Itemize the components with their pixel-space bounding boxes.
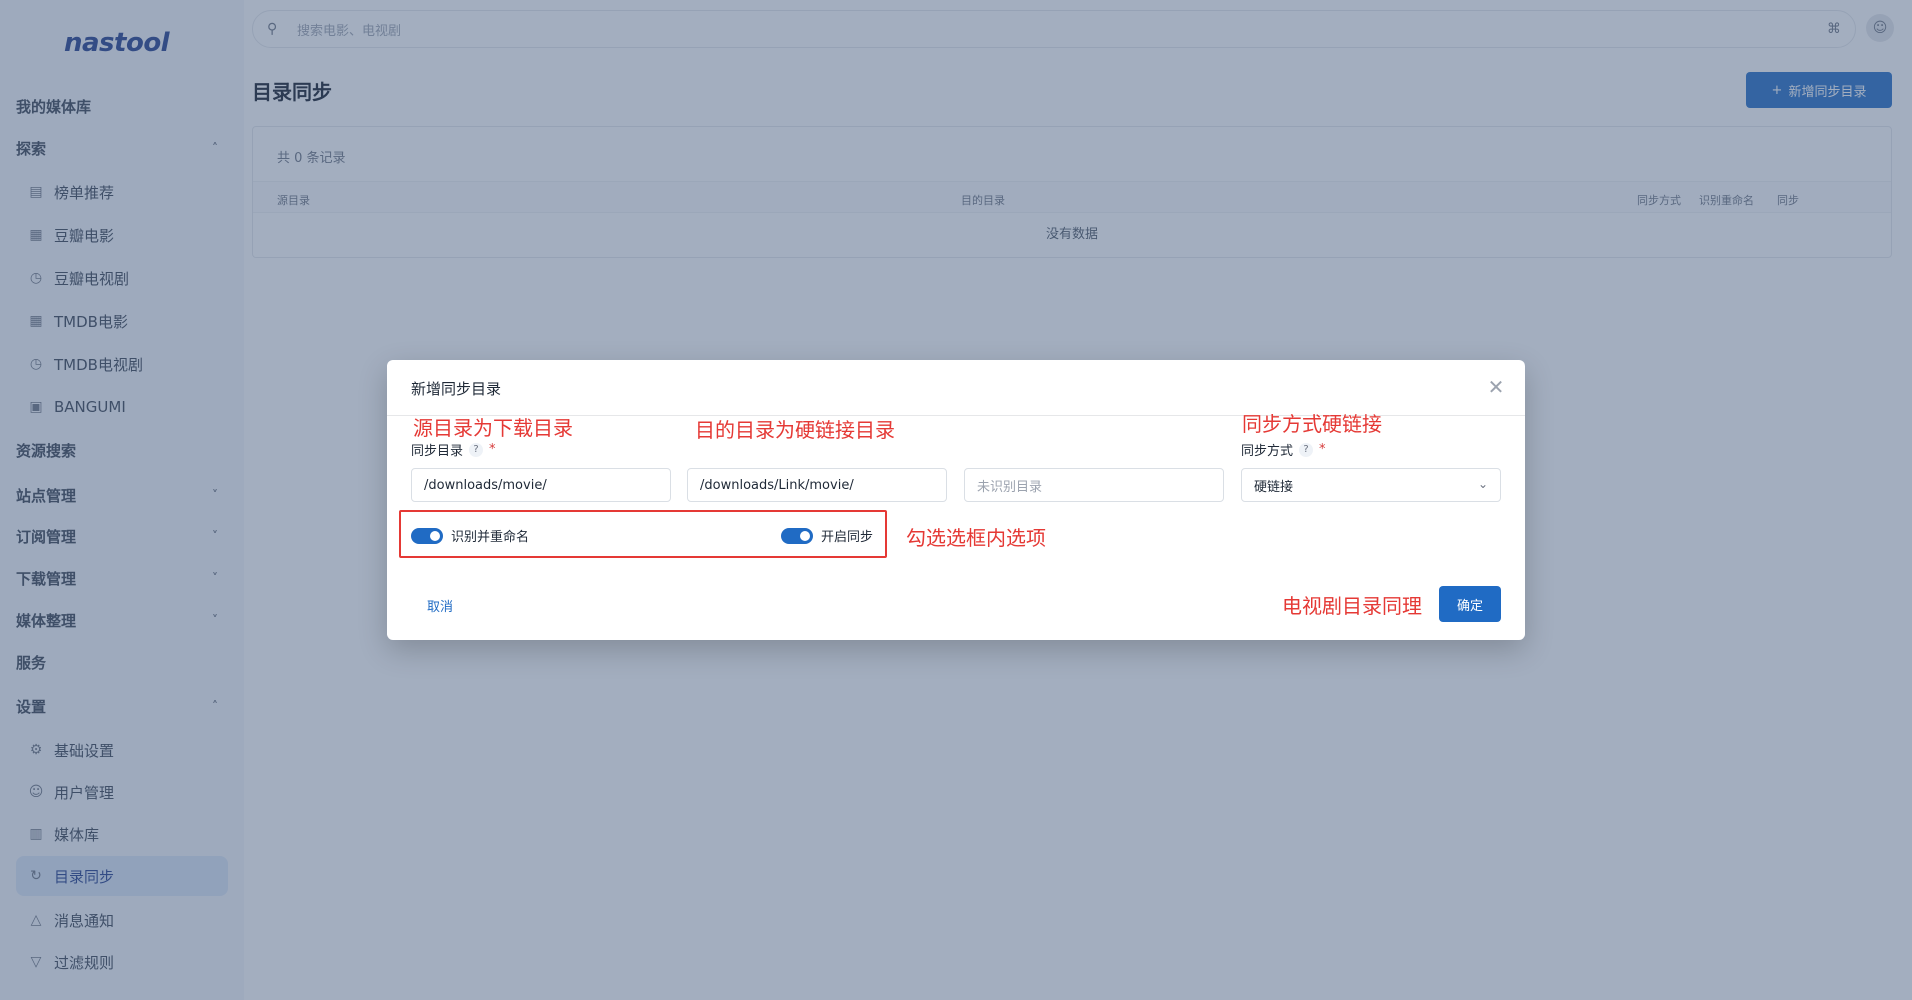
sync-toggle[interactable]: 开启同步 — [781, 526, 873, 545]
sync-switch[interactable] — [781, 527, 813, 544]
modal-title: 新增同步目录 — [411, 380, 502, 398]
sync-mode-value: 硬链接 — [1254, 479, 1294, 495]
rename-toggle-label: 识别并重命名 — [451, 530, 530, 545]
sync-mode-label: 同步方式 ? * — [1241, 440, 1326, 459]
annotation-tv: 电视剧目录同理 — [1282, 594, 1422, 618]
confirm-button[interactable]: 确定 — [1439, 586, 1501, 622]
source-dir-input[interactable]: /downloads/movie/ — [411, 468, 671, 502]
rename-toggle[interactable]: 识别并重命名 — [411, 526, 529, 545]
sync-mode-select[interactable]: 硬链接 ⌄ — [1241, 468, 1501, 502]
chevron-down-icon: ⌄ — [1477, 477, 1488, 491]
unknown-dir-input[interactable]: 未识别目录 — [964, 468, 1224, 502]
required-mark: * — [1319, 442, 1326, 457]
help-icon[interactable]: ? — [469, 442, 484, 457]
sync-mode-label-text: 同步方式 — [1241, 444, 1294, 459]
sync-dir-label-text: 同步目录 — [411, 444, 464, 459]
required-mark: * — [489, 442, 496, 457]
sync-dir-label: 同步目录 ? * — [411, 440, 496, 459]
close-icon[interactable]: ✕ — [1485, 376, 1507, 398]
annotation-mode: 同步方式硬链接 — [1242, 412, 1382, 436]
annotation-source: 源目录为下载目录 — [413, 416, 573, 440]
rename-switch[interactable] — [411, 527, 443, 544]
dest-dir-input[interactable]: /downloads/Link/movie/ — [687, 468, 947, 502]
annotation-dest: 目的目录为硬链接目录 — [695, 418, 895, 442]
help-icon[interactable]: ? — [1299, 442, 1314, 457]
cancel-button[interactable]: 取消 — [427, 596, 453, 615]
annotation-check: 勾选选框内选项 — [906, 526, 1046, 550]
sync-toggle-label: 开启同步 — [821, 530, 874, 545]
